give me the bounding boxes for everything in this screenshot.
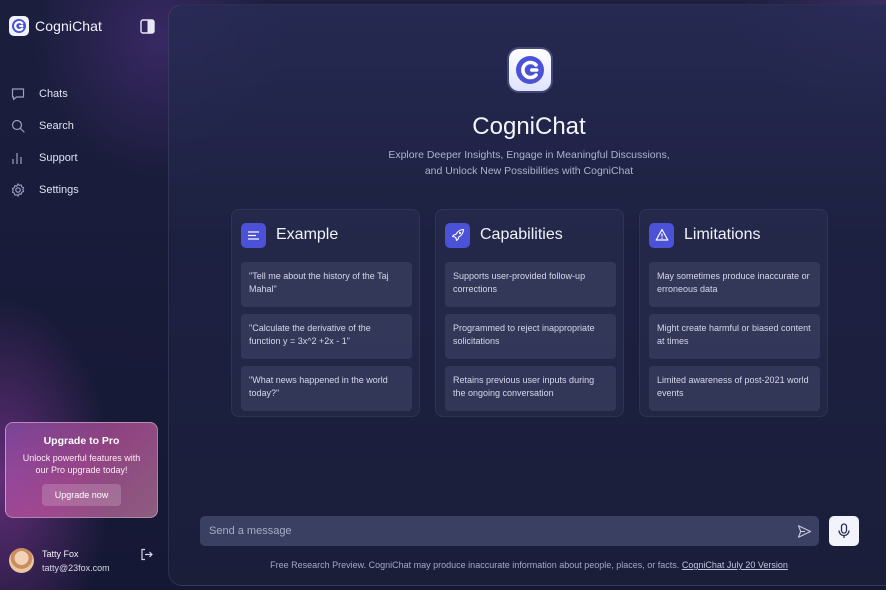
example-prompt-card[interactable]: "Tell me about the history of the Taj Ma… [241, 262, 412, 307]
message-composer [200, 516, 819, 546]
capability-card: Supports user-provided follow-up correct… [445, 262, 616, 307]
rocket-icon [445, 222, 470, 248]
sidebar-item-chats[interactable]: Chats [10, 78, 79, 110]
cognichat-logo-icon [9, 16, 29, 36]
sidebar-item-support[interactable]: Support [10, 142, 79, 174]
user-email: tatty@23fox.com [42, 562, 110, 573]
footer-disclaimer: Free Research Preview. CogniChat may pro… [169, 560, 886, 570]
column-capabilities: Capabilities Supports user-provided foll… [435, 209, 624, 417]
capability-card: Programmed to reject inappropriate solic… [445, 314, 616, 359]
column-example: Example "Tell me about the history of th… [231, 209, 420, 417]
column-limitations: Limitations May sometimes produce inaccu… [639, 209, 828, 417]
column-title: Limitations [684, 226, 761, 243]
warning-icon [649, 222, 674, 248]
send-icon[interactable] [789, 516, 819, 546]
limitation-card: Might create harmful or biased content a… [649, 314, 820, 359]
feature-columns: Example "Tell me about the history of th… [231, 209, 828, 417]
sidebar-item-label: Settings [39, 184, 79, 196]
page-title: CogniChat [472, 113, 586, 140]
sidebar: CogniChat Chats Search Support Settings … [0, 0, 168, 590]
page-subtitle: Explore Deeper Insights, Engage in Meani… [169, 148, 886, 179]
sidebar-item-label: Support [39, 152, 78, 164]
logout-icon[interactable] [140, 548, 153, 561]
subtitle-line: and Unlock New Possibilities with CogniC… [424, 164, 634, 177]
sidebar-item-label: Search [39, 120, 74, 132]
upgrade-title: Upgrade to Pro [43, 435, 120, 447]
capability-card: Retains previous user inputs during the … [445, 366, 616, 411]
upgrade-now-button[interactable]: Upgrade now [41, 484, 122, 506]
user-profile[interactable]: Tatty Fox tatty@23fox.com [9, 548, 110, 573]
search-icon [11, 119, 25, 133]
column-header: Capabilities [445, 222, 615, 248]
bar-chart-icon [12, 153, 22, 164]
chat-main-panel: CogniChat Explore Deeper Insights, Engag… [168, 4, 886, 586]
chat-bubble-icon [11, 88, 25, 101]
text-lines-icon [241, 222, 266, 248]
footer-text: Free Research Preview. CogniChat may pro… [270, 560, 680, 570]
limitation-card: May sometimes produce inaccurate or erro… [649, 262, 820, 307]
example-prompt-card[interactable]: "What news happened in the world today?" [241, 366, 412, 411]
column-title: Capabilities [480, 226, 563, 243]
column-title: Example [276, 226, 339, 243]
limitation-card: Limited awareness of post-2021 world eve… [649, 366, 820, 411]
example-prompt-card[interactable]: "Calculate the derivative of the functio… [241, 314, 412, 359]
microphone-icon[interactable] [829, 516, 859, 546]
brand-name: CogniChat [35, 18, 103, 34]
column-header: Limitations [649, 222, 819, 248]
sidebar-nav: Chats Search Support Settings [10, 78, 79, 206]
avatar [9, 548, 34, 573]
upgrade-text: Unlock powerful features with our Pro up… [22, 453, 141, 475]
upgrade-card: Upgrade to Pro Unlock powerful features … [5, 422, 158, 518]
subtitle-line: Explore Deeper Insights, Engage in Meani… [388, 149, 670, 161]
gear-icon [11, 183, 25, 197]
cognichat-hero-logo-icon [509, 49, 551, 91]
version-link[interactable]: CogniChat July 20 Version [682, 560, 788, 570]
sidebar-toggle-icon[interactable] [140, 19, 155, 34]
user-name: Tatty Fox [42, 548, 79, 559]
message-input[interactable] [209, 516, 789, 546]
sidebar-item-search[interactable]: Search [10, 110, 79, 142]
brand[interactable]: CogniChat [9, 16, 102, 36]
sidebar-item-settings[interactable]: Settings [10, 174, 79, 206]
sidebar-item-label: Chats [39, 88, 68, 100]
column-header: Example [241, 222, 411, 248]
